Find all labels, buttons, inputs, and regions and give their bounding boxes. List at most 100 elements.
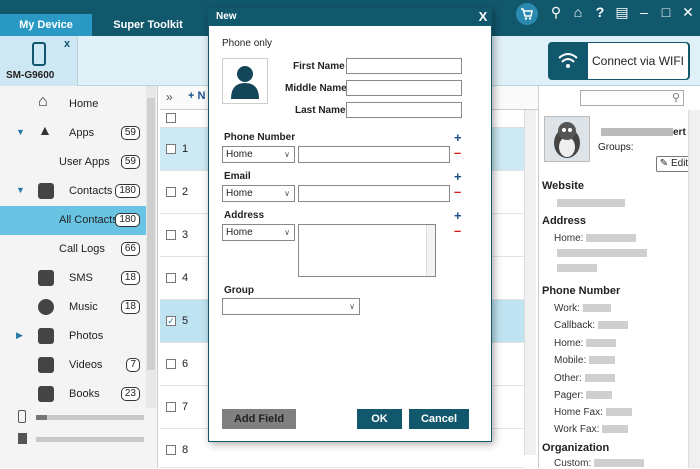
cancel-button[interactable]: Cancel [409,409,469,429]
address-textarea[interactable] [298,224,436,277]
sidebar-item-apps[interactable]: ▼ ▲ Apps 59 [0,119,146,148]
search-input[interactable]: ⚲ [580,90,684,106]
phone-number-input[interactable] [298,146,450,163]
add-phone-icon[interactable]: + [454,131,462,144]
cart-icon[interactable] [516,3,538,25]
sidebar-item-photos[interactable]: ▶ Photos [0,322,146,351]
connect-wifi-label: Connect via WIFI [588,43,688,79]
home-icon: ⌂ [38,93,48,110]
edit-button[interactable]: ✎ Edit [656,156,692,172]
row-checkbox[interactable] [166,402,176,412]
phone-label: Mobile: [554,355,587,366]
help-icon[interactable]: ? [590,4,610,20]
sidebar-item-label: Videos [69,359,103,371]
device-tile[interactable]: x SM-G9600 [0,36,78,86]
first-name-input[interactable] [346,58,462,74]
contact-photo[interactable] [222,58,268,104]
new-button[interactable]: + N [188,90,205,102]
count-badge: 66 [120,242,140,256]
sidebar-item-contacts[interactable]: ▼ Contacts 180 [0,177,146,206]
row-number: 3 [182,229,189,241]
sidebar-item-label: Call Logs [59,243,105,255]
expand-panel-icon[interactable]: » [166,90,173,104]
dialog-title: New [208,8,492,26]
chevron-down-icon: ∨ [284,228,290,237]
address-label: Address [224,210,265,221]
phone-line: Work: [554,303,611,314]
ok-button[interactable]: OK [357,409,402,429]
group-label: Group [224,285,254,296]
count-badge: 59 [120,155,140,169]
phone-line: Home: [554,338,617,349]
sidebar-item-home[interactable]: ⌂ Home [0,90,146,119]
remove-phone-icon[interactable]: – [454,146,461,159]
email-input[interactable] [298,185,450,202]
sidebar-scroll-thumb[interactable] [147,98,155,370]
sidebar-item-user-apps[interactable]: User Apps 59 [0,148,146,177]
row-checkbox[interactable] [166,144,176,154]
group-select[interactable]: ∨ [222,298,360,315]
row-checkbox[interactable] [166,445,176,455]
device-name: SM-G9600 [6,70,55,81]
row-number: 6 [182,358,189,370]
row-checkbox[interactable]: ✓ [166,316,176,326]
sidebar-item-all-contacts[interactable]: All Contacts 180 [0,206,146,235]
remove-address-icon[interactable]: – [454,224,461,237]
expand-arrow-icon[interactable]: ▼ [16,127,25,137]
organization-heading: Organization [542,442,610,454]
music-icon [38,299,54,315]
chevron-down-icon: ∨ [349,302,355,311]
sidebar-item-videos[interactable]: Videos 7 [0,351,146,380]
sidebar-item-call-logs[interactable]: Call Logs 66 [0,235,146,264]
row-checkbox[interactable] [166,359,176,369]
dialog-close-icon[interactable]: X [474,8,492,26]
expand-arrow-icon[interactable]: ▶ [16,330,23,341]
address-type-select[interactable]: Home ∨ [222,224,295,241]
row-number: 2 [182,186,189,198]
sidebar-item-label: All Contacts [59,214,118,226]
add-email-icon[interactable]: + [454,170,462,183]
home-icon[interactable]: ⌂ [568,4,588,20]
wifi-icon [558,53,578,68]
minimize-icon[interactable]: – [634,4,654,20]
phone-label: Work: [554,303,580,314]
select-all-checkbox[interactable] [166,113,176,123]
last-name-label: Last Name [295,105,346,116]
phone-type-select[interactable]: Home ∨ [222,146,295,163]
phone-label: Pager: [554,390,584,401]
remove-email-icon[interactable]: – [454,185,461,198]
groups-label: Groups: [598,142,634,153]
sidebar-item-sms[interactable]: SMS 18 [0,264,146,293]
address-type-value: Home [226,227,253,238]
close-icon[interactable]: ✕ [678,4,698,21]
row-checkbox[interactable] [166,187,176,197]
row-checkbox[interactable] [166,273,176,283]
last-name-input[interactable] [346,102,462,118]
phone-line: Mobile: [554,355,616,366]
address-scrollbar[interactable] [426,225,435,276]
email-type-select[interactable]: Home ∨ [222,185,295,202]
row-number: 4 [182,272,189,284]
tab-super-toolkit[interactable]: Super Toolkit [96,14,200,36]
count-badge: 23 [120,387,140,401]
maximize-icon[interactable]: □ [656,4,676,20]
detail-scrollbar[interactable] [688,110,700,468]
phone-icon [32,42,46,66]
sidebar-item-music[interactable]: Music 18 [0,293,146,322]
expand-arrow-icon[interactable]: ▼ [16,185,25,195]
chevron-down-icon: ∨ [284,150,290,159]
address-home: Home: [554,233,637,244]
key-icon[interactable]: ⚲ [546,4,566,21]
add-field-button[interactable]: Add Field [222,409,296,429]
list-scrollbar[interactable] [524,110,536,455]
sidebar-item-books[interactable]: Books 23 [0,380,146,409]
device-close-icon[interactable]: x [64,38,70,50]
feedback-icon[interactable]: ▤ [612,4,632,21]
tab-my-device[interactable]: My Device [0,14,92,36]
connect-wifi-button[interactable]: Connect via WIFI [548,42,690,80]
add-address-icon[interactable]: + [454,209,462,222]
row-checkbox[interactable] [166,230,176,240]
sms-icon [38,270,54,286]
middle-name-input[interactable] [346,80,462,96]
search-icon[interactable]: ⚲ [672,91,680,104]
